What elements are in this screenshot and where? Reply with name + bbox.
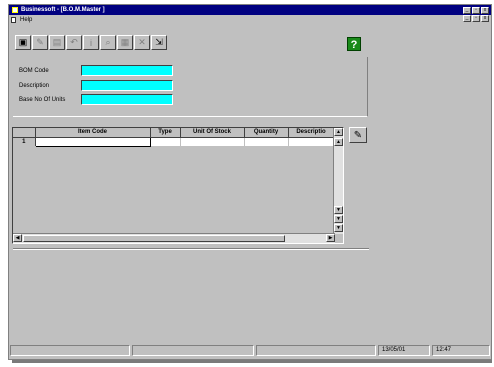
grid-edit-button[interactable]: ✎	[349, 127, 367, 143]
delete-button[interactable]: ✕	[134, 35, 150, 50]
document-icon	[11, 16, 16, 23]
quantity-cell[interactable]	[244, 137, 289, 147]
grid-corner-header	[13, 128, 36, 138]
bom-code-input[interactable]	[81, 65, 173, 76]
pencil-icon: ✎	[353, 129, 363, 141]
app-icon	[12, 7, 18, 13]
scroll-down-icon[interactable]: ▼	[334, 206, 343, 214]
scroll-up-icon[interactable]: ▲	[334, 128, 343, 136]
base-units-input[interactable]	[81, 94, 173, 105]
menu-help[interactable]: Help	[20, 17, 32, 23]
column-header-item-code[interactable]: Item Code	[35, 128, 151, 138]
column-header-unit-of-stock[interactable]: Unit Of Stock	[180, 128, 245, 138]
search-button[interactable]: ⌕	[100, 35, 116, 50]
bom-header-panel: BOM Code Description Base No Of Units	[13, 57, 368, 117]
description-input[interactable]	[81, 80, 173, 91]
scroll-left-icon[interactable]: ◀	[13, 234, 22, 242]
edit-button[interactable]: ✎	[32, 35, 48, 50]
undo-button[interactable]: ↶	[66, 35, 82, 50]
minimize-button[interactable]: _	[463, 7, 471, 14]
description-cell[interactable]	[288, 137, 335, 147]
status-panel-3	[256, 345, 376, 356]
bom-items-grid[interactable]: Item Code Type Unit Of Stock Quantity De…	[12, 127, 344, 244]
exit-button[interactable]: ⇲	[151, 35, 167, 50]
scroll-bottom-icon[interactable]: ▼	[334, 224, 343, 232]
status-bar: 13/05/01 12:47	[9, 345, 491, 357]
search-icon: ⌕	[105, 37, 111, 47]
status-time: 12:47	[432, 345, 490, 356]
save-icon: ▤	[52, 37, 62, 47]
base-units-row: Base No Of Units	[19, 94, 173, 105]
app-window: Businessoft - [B.O.M.Master ] _ ▫ x _ ▫ …	[8, 4, 492, 360]
info-button[interactable]: i	[83, 35, 99, 50]
bom-code-row: BOM Code	[19, 65, 173, 76]
type-cell[interactable]	[150, 137, 181, 147]
undo-icon: ↶	[70, 37, 78, 47]
new-record-button[interactable]: ▣	[15, 35, 31, 50]
description-row: Description	[19, 80, 173, 91]
column-header-description[interactable]: Descriptio	[288, 128, 335, 138]
section-divider	[13, 248, 369, 250]
scroll-next-icon[interactable]: ▼	[334, 215, 343, 223]
row-number[interactable]: 1	[13, 137, 36, 147]
grid-table: Item Code Type Unit Of Stock Quantity De…	[13, 128, 335, 147]
edit-icon: ✎	[36, 37, 44, 47]
scroll-top-icon[interactable]: ▲	[334, 138, 343, 146]
print-button[interactable]: ▦	[117, 35, 133, 50]
scroll-right-icon[interactable]: ▶	[326, 234, 335, 242]
new-record-icon: ▣	[18, 37, 28, 47]
unit-of-stock-cell[interactable]	[180, 137, 245, 147]
horizontal-scrollbar[interactable]: ◀ ▶	[13, 233, 335, 243]
base-units-label: Base No Of Units	[19, 96, 66, 103]
maximize-button[interactable]: ▫	[472, 7, 480, 14]
horizontal-scroll-thumb[interactable]	[23, 235, 285, 242]
vertical-scrollbar[interactable]: ▲ ▲ ▼ ▼ ▼	[333, 128, 343, 234]
bom-code-label: BOM Code	[19, 67, 49, 74]
grid-header-row: Item Code Type Unit Of Stock Quantity De…	[13, 128, 335, 138]
delete-icon: ✕	[138, 37, 146, 47]
info-icon: i	[90, 37, 92, 48]
close-button[interactable]: x	[481, 7, 489, 14]
status-date: 13/05/01	[378, 345, 430, 356]
item-code-cell[interactable]	[34, 136, 151, 147]
menu-bar: Help	[9, 15, 491, 24]
save-button[interactable]: ▤	[49, 35, 65, 50]
help-button[interactable]: ?	[347, 37, 361, 51]
toolbar: ▣ ✎ ▤ ↶ i ⌕ ▦ ✕ ⇲	[15, 35, 167, 50]
window-title: Businessoft - [B.O.M.Master ]	[21, 7, 105, 13]
title-bar: Businessoft - [B.O.M.Master ]	[9, 5, 491, 15]
exit-icon: ⇲	[155, 37, 163, 47]
status-panel-1	[10, 345, 130, 356]
print-icon: ▦	[120, 37, 130, 47]
description-label: Description	[19, 82, 50, 89]
column-header-quantity[interactable]: Quantity	[244, 128, 289, 138]
status-panel-2	[132, 345, 254, 356]
column-header-type[interactable]: Type	[150, 128, 181, 138]
table-row[interactable]: 1	[13, 136, 335, 147]
